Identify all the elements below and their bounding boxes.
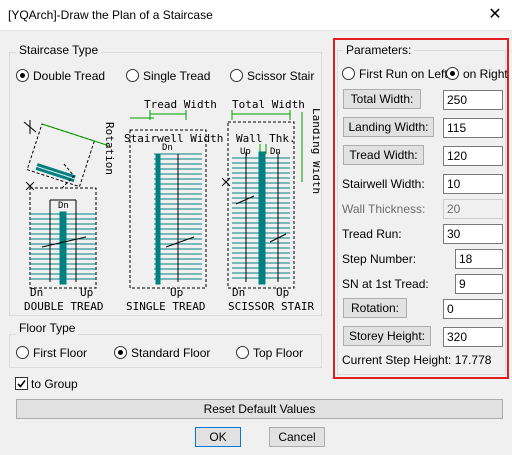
staircase-diagram: Rotation Tread Width Total Width Stairwe…: [23, 98, 320, 313]
stairwell-width-label: Stairwell Width:: [342, 177, 425, 191]
reset-default-values-button[interactable]: Reset Default Values: [16, 399, 503, 419]
dn-label: Dn: [270, 147, 281, 157]
dn-label: Dn: [58, 201, 69, 211]
step-number-label: Step Number:: [342, 252, 417, 266]
double-tread-caption: DOUBLE TREAD: [24, 300, 103, 313]
check-icon: [17, 380, 26, 389]
radio-indicator[interactable]: [342, 67, 355, 81]
radio-indicator[interactable]: [16, 69, 29, 83]
storey-height-button[interactable]: Storey Height:: [343, 326, 431, 346]
radio-indicator[interactable]: [236, 346, 249, 360]
single-tread-caption: SINGLE TREAD: [126, 300, 205, 313]
radio-double-tread[interactable]: Double Tread: [16, 68, 105, 83]
total-width-dim-label: Total Width: [232, 98, 305, 111]
scissor-stair-caption: SCISSOR STAIR: [228, 300, 314, 313]
rotation-dim-label: Rotation: [103, 122, 116, 175]
to-group-checkbox[interactable]: to Group: [15, 376, 78, 391]
tread-run-input[interactable]: 30: [443, 224, 503, 244]
up-label: Up: [276, 286, 289, 299]
parameters-label: Parameters:: [343, 43, 415, 57]
radio-indicator[interactable]: [126, 69, 139, 83]
up-label: Up: [240, 147, 251, 157]
total-width-button[interactable]: Total Width:: [343, 89, 421, 109]
sn-first-tread-label: SN at 1st Tread:: [342, 277, 429, 291]
wall-thk-dim-label: Wall Thk.: [236, 132, 296, 145]
radio-first-floor[interactable]: First Floor: [16, 345, 87, 360]
tread-width-button[interactable]: Tread Width:: [343, 145, 424, 165]
total-width-input[interactable]: 250: [443, 90, 503, 110]
tread-width-dim-label: Tread Width: [144, 98, 217, 111]
dn-label: Dn: [162, 143, 173, 153]
radio-on-right[interactable]: on Right: [446, 66, 508, 81]
landing-width-button[interactable]: Landing Width:: [343, 117, 434, 137]
close-icon[interactable]: ✕: [484, 4, 506, 26]
up-label: Up: [170, 286, 183, 299]
window-title: [YQArch]-Draw the Plan of a Staircase: [8, 8, 213, 22]
radio-indicator[interactable]: [446, 67, 459, 81]
floor-type-label: Floor Type: [16, 321, 79, 335]
wall-thickness-label: Wall Thickness:: [342, 202, 426, 216]
sn-first-tread-input[interactable]: 9: [455, 274, 503, 294]
current-step-height-label: Current Step Height: 17.778: [342, 353, 492, 367]
rotation-button[interactable]: Rotation:: [343, 298, 407, 318]
landing-width-dim-label: Landing Width: [310, 108, 320, 194]
radio-indicator[interactable]: [230, 69, 243, 83]
radio-top-floor[interactable]: Top Floor: [236, 345, 303, 360]
tread-run-label: Tread Run:: [342, 227, 402, 241]
ok-button[interactable]: OK: [195, 427, 241, 447]
cancel-button[interactable]: Cancel: [269, 427, 325, 447]
radio-indicator[interactable]: [114, 346, 127, 360]
landing-width-input[interactable]: 115: [443, 118, 503, 138]
radio-first-run-left[interactable]: First Run on Left: [342, 66, 448, 81]
radio-scissor-stair[interactable]: Scissor Stair: [230, 68, 314, 83]
up-label: Up: [80, 286, 93, 299]
wall-thickness-input: 20: [443, 199, 503, 219]
radio-indicator[interactable]: [16, 346, 29, 360]
title-bar: [YQArch]-Draw the Plan of a Staircase ✕: [0, 0, 512, 31]
radio-single-tread[interactable]: Single Tread: [126, 68, 210, 83]
staircase-type-label: Staircase Type: [16, 43, 102, 57]
rotation-input[interactable]: 0: [443, 299, 503, 319]
stairwell-width-dim-label: Stairwell Width: [124, 132, 223, 145]
dn-label: Dn: [232, 286, 245, 299]
step-number-input[interactable]: 18: [455, 249, 503, 269]
stairwell-width-input[interactable]: 10: [443, 174, 503, 194]
dn-label: Dn: [30, 286, 43, 299]
radio-standard-floor[interactable]: Standard Floor: [114, 345, 210, 360]
checkbox-indicator[interactable]: [15, 377, 28, 391]
tread-width-input[interactable]: 120: [443, 146, 503, 166]
storey-height-input[interactable]: 320: [443, 327, 503, 347]
